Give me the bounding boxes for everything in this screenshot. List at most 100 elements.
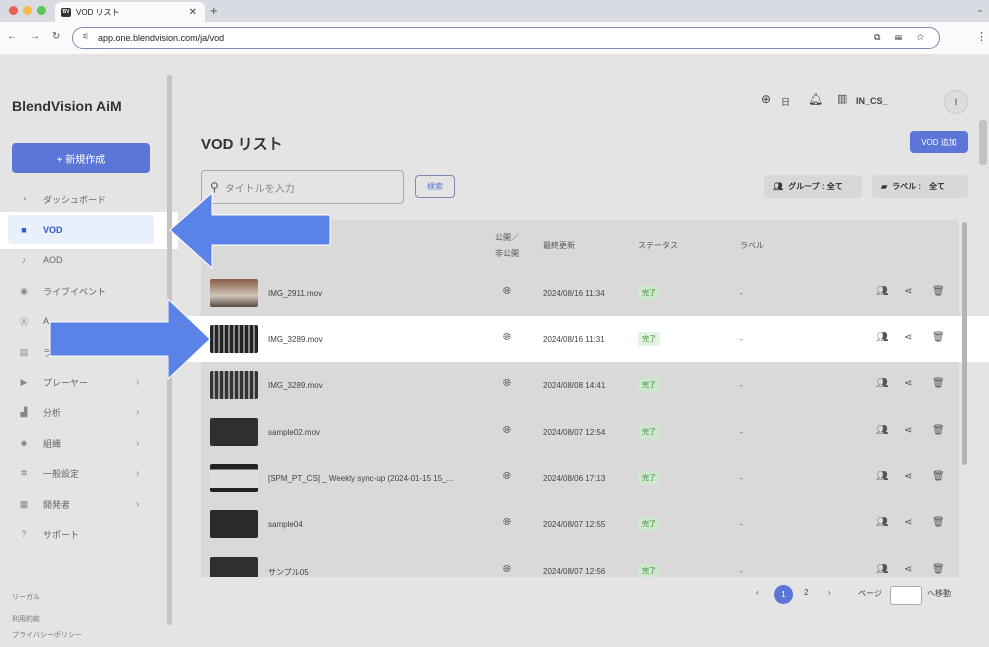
address-bar-icons[interactable]: ⧉ ⌨ ☆	[874, 32, 930, 43]
share-icon[interactable]: ⋖	[904, 425, 912, 436]
trash-icon[interactable]: 🗑︎	[932, 286, 945, 297]
page-scrollbar[interactable]	[979, 120, 987, 165]
trash-icon[interactable]: 🗑︎	[932, 378, 945, 389]
page-1-button[interactable]: 1	[774, 585, 793, 604]
share-icon[interactable]: ⋖	[904, 378, 912, 389]
sidebar-item-label: 開発者	[43, 499, 71, 510]
group-icon[interactable]: 👥︎	[876, 425, 889, 436]
browser-tab[interactable]: BV VOD リスト ✕	[55, 2, 205, 22]
group-icon[interactable]: 👥︎	[876, 564, 889, 575]
trash-icon[interactable]: 🗑︎	[932, 471, 945, 482]
video-name[interactable]: sample02.mov	[268, 428, 320, 437]
trash-icon[interactable]: 🗑︎	[932, 425, 945, 436]
terms-link[interactable]: 利用約款	[12, 614, 40, 624]
back-icon[interactable]: ←	[7, 31, 17, 42]
updated-date: 2024/08/07 12:54	[543, 428, 606, 437]
new-tab-button[interactable]: +	[210, 3, 218, 18]
trash-icon[interactable]: 🗑︎	[932, 332, 945, 343]
sidebar-item-support[interactable]: ? サポート	[0, 520, 160, 548]
label-value: -	[740, 335, 743, 344]
sidebar-item-dashboard[interactable]: ◔ ダッシュボード	[0, 185, 160, 213]
share-icon[interactable]: ⋖	[904, 471, 912, 482]
close-tab-icon[interactable]: ✕	[189, 7, 197, 18]
table-row[interactable]: IMG_2911.mov 🌐︎ 2024/08/16 11:34 完了 - 👥︎…	[201, 270, 959, 316]
share-icon[interactable]: ⋖	[904, 517, 912, 528]
forward-icon[interactable]: →	[30, 31, 40, 42]
video-name[interactable]: IMG_3289.mov	[268, 335, 323, 344]
table-row[interactable]: sample02.mov 🌐︎ 2024/08/07 12:54 完了 - 👥︎…	[201, 409, 959, 455]
video-thumbnail	[210, 557, 258, 577]
go-to-page-label[interactable]: へ移動	[927, 588, 951, 599]
table-row[interactable]: IMG_3289.mov 🌐︎ 2024/08/08 14:41 完了 - 👥︎…	[201, 362, 959, 408]
column-public-2: 非公開	[495, 249, 519, 258]
page-2-button[interactable]: 2	[804, 588, 808, 597]
sidebar-item-developer[interactable]: ▦ 開発者 ›	[0, 490, 160, 518]
bell-icon[interactable]: 🔔︎	[808, 92, 823, 106]
video-name[interactable]: sample04	[268, 520, 303, 529]
legal-link[interactable]: リーガル	[12, 592, 40, 602]
globe-icon: 🌐︎	[503, 471, 511, 482]
org-name[interactable]: IN_CS_	[856, 96, 888, 106]
table-row[interactable]: [SPM_PT_CS] _ Weekly sync-up (2024-01-15…	[201, 455, 959, 501]
table-row[interactable]: IMG_3289.mov 🌐︎ 2024/08/16 11:31 完了 - 👥︎…	[201, 316, 959, 362]
group-icon[interactable]: 👥︎	[876, 471, 889, 482]
chevron-right-icon: ›	[136, 406, 140, 418]
url-field[interactable]: ⚟ app.one.blendvision.com/ja/vod ⧉ ⌨ ☆	[72, 27, 940, 49]
privacy-link[interactable]: プライバシーポリシー	[12, 630, 82, 640]
trash-icon[interactable]: 🗑︎	[932, 517, 945, 528]
url-text: app.one.blendvision.com/ja/vod	[98, 33, 225, 43]
site-settings-icon[interactable]: ⚟	[82, 32, 89, 41]
browser-menu-icon[interactable]: ⋮	[976, 30, 987, 43]
group-icon[interactable]: 👥︎	[876, 517, 889, 528]
app-logo[interactable]: BlendVision AiM	[12, 98, 122, 114]
sidebar-item-organization[interactable]: ☻ 組織 ›	[0, 429, 160, 457]
globe-icon[interactable]: ⊕	[761, 92, 771, 106]
video-name[interactable]: サンプル05	[268, 567, 309, 577]
video-thumbnail	[210, 464, 258, 492]
language-selector[interactable]: 日	[781, 95, 790, 108]
share-icon[interactable]: ⋖	[904, 332, 912, 343]
chart-icon: ▟	[20, 406, 28, 417]
share-icon[interactable]: ⋖	[904, 286, 912, 297]
broadcast-icon: ◉	[20, 285, 28, 296]
minimize-window-button[interactable]	[23, 6, 32, 15]
video-name[interactable]: [SPM_PT_CS] _ Weekly sync-up (2024-01-15…	[268, 474, 453, 483]
video-name[interactable]: IMG_3289.mov	[268, 381, 323, 390]
status-badge: 完了	[638, 378, 660, 392]
next-page-button[interactable]: ›	[828, 588, 831, 597]
tag-icon: ▰	[881, 182, 888, 191]
share-icon[interactable]: ⋖	[904, 564, 912, 575]
sidebar-item-aod[interactable]: ♪ AOD	[0, 246, 160, 274]
building-icon: ▥	[837, 93, 848, 105]
label-filter-label: ラベル : 全て	[892, 182, 946, 191]
group-icon[interactable]: 👥︎	[876, 332, 889, 343]
maximize-window-button[interactable]	[37, 6, 46, 15]
label-value: -	[740, 289, 743, 298]
group-icon[interactable]: 👥︎	[876, 378, 889, 389]
sidebar-item-settings[interactable]: ✲ 一般設定 ›	[0, 459, 160, 487]
table-scrollbar[interactable]	[962, 222, 967, 465]
column-updated[interactable]: 最終更新	[543, 240, 575, 251]
close-window-button[interactable]	[9, 6, 18, 15]
search-icon: ⚲	[210, 180, 219, 194]
page-number-input[interactable]	[890, 586, 922, 605]
trash-icon[interactable]: 🗑︎	[932, 564, 945, 575]
table-row[interactable]: サンプル05 🌐︎ 2024/08/07 12:56 完了 - 👥︎ ⋖ 🗑︎	[201, 548, 959, 577]
sidebar-item-analytics[interactable]: ▟ 分析 ›	[0, 398, 160, 426]
group-icon[interactable]: 👥︎	[876, 286, 889, 297]
group-filter[interactable]: 👥︎ グループ : 全て	[764, 175, 862, 198]
add-vod-button[interactable]: VOD 追加	[910, 131, 968, 153]
sidebar-item-vod[interactable]: ■ VOD	[0, 216, 160, 244]
tab-list-icon[interactable]: ⌄	[976, 4, 984, 15]
sidebar-item-label: 組織	[43, 438, 62, 449]
table-row[interactable]: sample04 🌐︎ 2024/08/07 12:55 完了 - 👥︎ ⋖ 🗑…	[201, 501, 959, 547]
video-name[interactable]: IMG_2911.mov	[268, 289, 322, 298]
status-badge: 完了	[638, 564, 660, 577]
search-button[interactable]: 検索	[415, 175, 455, 198]
arrow-right-annotation	[49, 297, 211, 381]
new-create-button[interactable]: + 新規作成	[12, 143, 150, 173]
reload-icon[interactable]: ↻	[52, 31, 60, 42]
label-filter[interactable]: ▰ ラベル : 全て	[872, 175, 968, 198]
prev-page-button[interactable]: ‹	[756, 588, 759, 597]
avatar[interactable]: I	[944, 90, 968, 114]
